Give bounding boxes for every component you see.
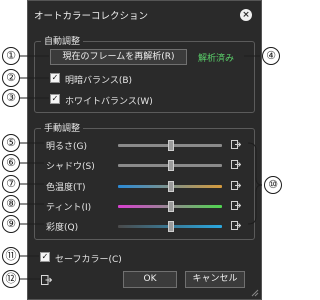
callout-5: ⑤ [2, 134, 20, 152]
callout-7: ⑦ [2, 175, 20, 193]
callout-1: ① [2, 47, 20, 65]
callout-4: ④ [262, 47, 280, 65]
callout-3: ③ [2, 89, 20, 107]
callout-9: ⑨ [2, 215, 20, 233]
callout-10: ⑩ [264, 176, 282, 194]
callout-leader-lines [19, 55, 263, 280]
callout-11: ⑪ [2, 247, 20, 265]
callout-8: ⑧ [2, 195, 20, 213]
callout-2: ② [2, 69, 20, 87]
callout-6: ⑥ [2, 154, 20, 172]
callout-12: ⑫ [2, 270, 20, 288]
